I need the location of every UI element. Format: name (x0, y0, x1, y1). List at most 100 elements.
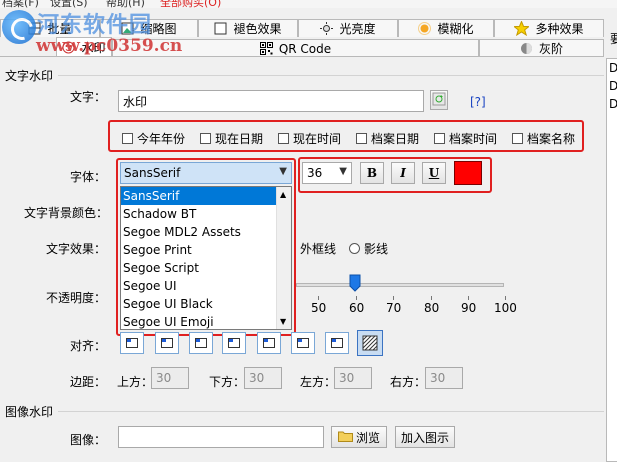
blur-icon (418, 22, 432, 35)
chevron-down-icon[interactable]: ▼ (339, 166, 347, 177)
tab-label: 多种效果 (535, 22, 584, 36)
refresh-icon (432, 92, 446, 109)
font-family-select[interactable]: SansSerif ▼ (120, 162, 292, 184)
watermark-text-input[interactable] (118, 90, 424, 112)
menu-file[interactable]: 档案(F) (2, 0, 39, 8)
font-list-scrollbar[interactable]: ▲ ▼ (276, 187, 291, 329)
help-link[interactable]: [?] (470, 95, 486, 109)
margin-left-input[interactable] (334, 367, 372, 389)
margin-label: 边距： (70, 375, 107, 389)
tab-grayscale[interactable]: 灰阶 (479, 39, 604, 57)
checkbox-label: 档案名称 (527, 132, 576, 146)
align-top-center-button[interactable] (155, 332, 179, 354)
align-bottom-button[interactable] (325, 332, 349, 354)
align-top-left-button[interactable] (120, 332, 144, 354)
margin-top-label: 上方： (117, 375, 154, 389)
tick-label: 80 (424, 301, 440, 315)
align-middle-right-button[interactable] (291, 332, 315, 354)
scroll-down-icon[interactable]: ▼ (280, 317, 286, 326)
group-divider (58, 75, 604, 76)
font-size-select[interactable]: 36 ▼ (302, 162, 352, 184)
insert-button[interactable] (430, 90, 448, 110)
checkbox-current-date[interactable]: 现在日期 (200, 130, 263, 147)
tick (356, 296, 357, 300)
font-option[interactable]: Segoe UI Emoji (121, 313, 291, 329)
effect-label: 文字效果： (46, 242, 107, 256)
checkbox-file-name[interactable]: 档案名称 (512, 130, 575, 147)
align-icon (331, 338, 343, 348)
tick-label: 100 (494, 301, 517, 315)
align-center-button[interactable] (257, 332, 281, 354)
align-icon (263, 338, 275, 348)
font-option[interactable]: Schadow BT (121, 205, 291, 223)
radio-shadow[interactable]: 影线 (349, 240, 388, 257)
opacity-slider-thumb[interactable] (349, 274, 361, 292)
checkbox[interactable] (356, 133, 367, 144)
font-option[interactable]: Segoe UI (121, 277, 291, 295)
checkbox[interactable] (278, 133, 289, 144)
right-panel-list[interactable]: D D D (606, 58, 617, 462)
font-option[interactable]: Segoe UI Black (121, 295, 291, 313)
site-watermark-url: www.pc0359.cn (36, 36, 183, 56)
text-color-swatch[interactable] (454, 161, 482, 185)
align-tile-button[interactable] (357, 330, 383, 356)
underline-button[interactable]: U (422, 162, 446, 184)
tick-label: 50 (311, 301, 327, 315)
checkbox[interactable] (122, 133, 133, 144)
image-path-input[interactable] (118, 426, 324, 448)
menu-buy[interactable]: 全部购买(O) (160, 0, 221, 8)
square-icon (214, 22, 227, 35)
tab-label: 模糊化 (437, 22, 474, 36)
list-item[interactable]: D (607, 95, 617, 113)
align-icon (228, 338, 240, 348)
scroll-up-icon[interactable]: ▲ (280, 190, 286, 199)
align-icon (195, 338, 207, 348)
list-item[interactable]: D (607, 59, 617, 77)
radio-button[interactable] (349, 243, 360, 254)
margin-bottom-input[interactable] (244, 367, 282, 389)
right-panel-header: 要 (610, 32, 617, 46)
checkbox[interactable] (512, 133, 523, 144)
browse-button[interactable]: 浏览 (331, 426, 387, 448)
tab-brightness[interactable]: 光亮度 (298, 19, 398, 37)
tab-label: QR Code (278, 41, 332, 56)
checkbox-current-time[interactable]: 现在时间 (278, 130, 341, 147)
tab-fade[interactable]: 褪色效果 (198, 19, 298, 37)
font-option[interactable]: Segoe MDL2 Assets (121, 223, 291, 241)
site-watermark-cn: 河东软件园 (37, 13, 153, 38)
group-title-image-watermark: 图像水印 (5, 405, 54, 419)
tab-multi-effects[interactable]: 多种效果 (494, 19, 604, 37)
checkbox-label: 档案日期 (371, 132, 420, 146)
italic-button[interactable]: I (391, 162, 415, 184)
align-middle-left-button[interactable] (222, 332, 246, 354)
bold-button[interactable]: B (360, 162, 384, 184)
opacity-slider-track[interactable] (296, 283, 504, 287)
font-option[interactable]: SansSerif (121, 187, 291, 205)
checkbox-file-time[interactable]: 档案时间 (434, 130, 497, 147)
align-icon (297, 338, 309, 348)
tab-blur[interactable]: 模糊化 (398, 19, 494, 37)
margin-top-input[interactable] (151, 367, 189, 389)
checkbox[interactable] (434, 133, 445, 144)
effect-option-outline[interactable]: 外框线 (300, 240, 336, 257)
font-option[interactable]: Segoe Print (121, 241, 291, 259)
margin-right-label: 右方： (390, 375, 427, 389)
checkbox-label: 现在日期 (215, 132, 264, 146)
checkbox[interactable] (200, 133, 211, 144)
chevron-down-icon[interactable]: ▼ (279, 166, 287, 177)
qrcode-icon (259, 42, 273, 55)
add-icon-button[interactable]: 加入图示 (395, 426, 455, 448)
group-title-text-watermark: 文字水印 (5, 69, 54, 83)
align-top-right-button[interactable] (189, 332, 213, 354)
margin-right-input[interactable] (425, 367, 463, 389)
list-item[interactable]: D (607, 77, 617, 95)
font-family-dropdown-list[interactable]: SansSerif Schadow BT Segoe MDL2 Assets S… (120, 186, 292, 330)
checkbox-current-year[interactable]: 今年年份 (122, 130, 185, 147)
font-option[interactable]: Segoe Script (121, 259, 291, 277)
tab-divider (0, 56, 604, 57)
opacity-label: 不透明度： (46, 291, 107, 305)
site-logo-icon (2, 10, 36, 44)
checkbox-file-date[interactable]: 档案日期 (356, 130, 419, 147)
tick (468, 296, 469, 300)
bg-color-label: 文字背景颜色： (24, 206, 109, 220)
